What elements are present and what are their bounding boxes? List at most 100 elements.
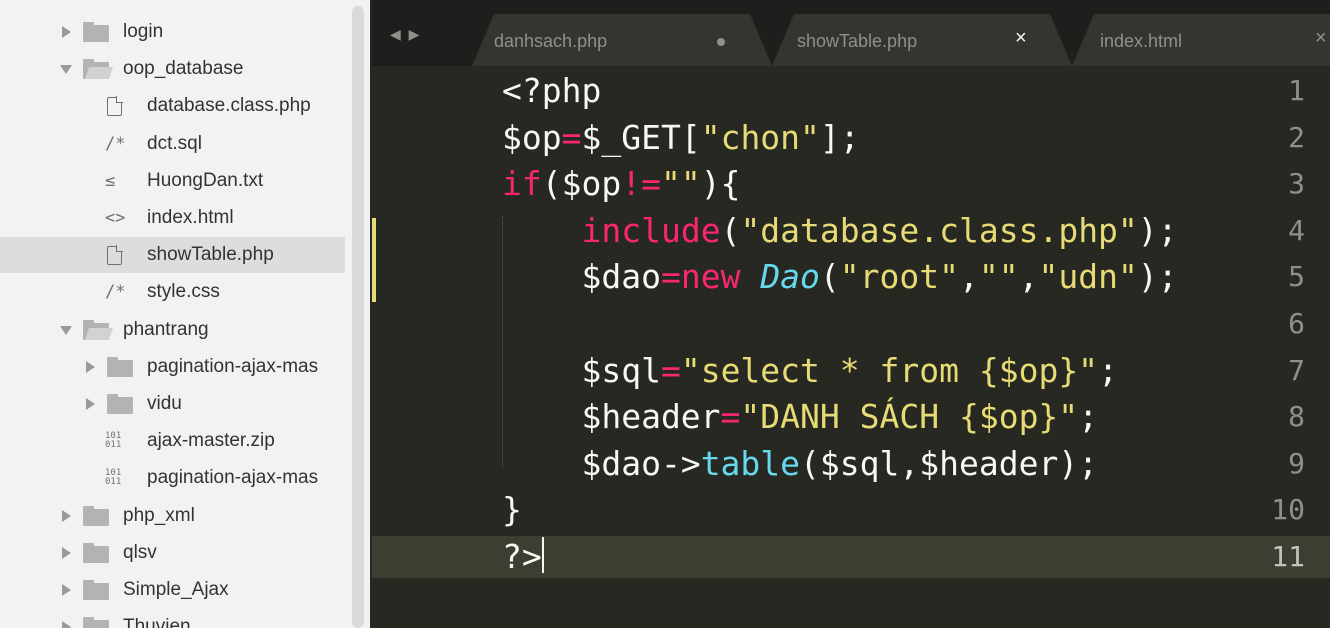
line-number: 7 xyxy=(1288,353,1305,387)
sidebar: login oop_database database.class.php /* dct… xyxy=(0,0,370,628)
folder-icon xyxy=(83,505,109,526)
folder-icon xyxy=(107,394,133,414)
code-text[interactable]: $dao=new Dao("root","","udn"); xyxy=(502,256,1177,298)
code-text[interactable]: $header="DANH SÁCH {$op}"; xyxy=(502,396,1098,438)
sidebar-item-label: pagination-ajax-mas xyxy=(147,355,319,377)
sidebar-file-database-class-php[interactable]: database.class.php xyxy=(0,88,345,124)
code-text[interactable]: ?> xyxy=(502,536,544,578)
code-line[interactable]: 2 $op=$_GET["chon"]; xyxy=(372,117,1330,159)
sidebar-item-label: Thuvien xyxy=(123,616,191,628)
sidebar-folder-login[interactable]: login xyxy=(0,14,345,50)
text-file-icon: ≤ xyxy=(105,170,116,191)
sidebar-folder-simple-ajax[interactable]: Simple_Ajax xyxy=(0,572,345,608)
sidebar-folder-phantrang[interactable]: phantrang xyxy=(0,312,345,348)
code-text[interactable]: $op=$_GET["chon"]; xyxy=(502,117,860,159)
code-text[interactable]: $sql="select * from {$op}"; xyxy=(502,350,1117,392)
chevron-right-icon[interactable] xyxy=(62,509,71,522)
sidebar-folder-thuvien[interactable]: Thuvien xyxy=(0,609,345,628)
chevron-right-icon[interactable] xyxy=(62,26,71,38)
line-number: 5 xyxy=(1288,260,1305,294)
line-number: 9 xyxy=(1288,446,1305,480)
sidebar-file-dct-sql[interactable]: /* dct.sql xyxy=(0,126,345,162)
chevron-right-icon[interactable] xyxy=(86,398,95,410)
code-line[interactable]: 1 <?php xyxy=(372,70,1330,112)
chevron-right-icon[interactable] xyxy=(86,360,95,373)
code-line[interactable]: 3 if($op!=""){ xyxy=(372,163,1330,205)
sidebar-item-label: vidu xyxy=(147,393,182,414)
code-line[interactable]: 5 $dao=new Dao("root","","udn"); xyxy=(372,256,1330,298)
line-number: 2 xyxy=(1288,120,1305,154)
sidebar-file-index-html[interactable]: <> index.html xyxy=(0,200,345,236)
sidebar-item-label: HuongDan.txt xyxy=(147,169,264,191)
line-number: 10 xyxy=(1271,493,1305,527)
folder-open-icon xyxy=(83,319,109,340)
code-line[interactable]: 6 xyxy=(372,303,1330,345)
chevron-down-icon[interactable] xyxy=(60,325,72,335)
sidebar-folder-qlsv[interactable]: qlsv xyxy=(0,535,345,571)
chevron-right-icon[interactable] xyxy=(62,584,71,596)
code-line[interactable]: 4 include("database.class.php"); xyxy=(372,210,1330,252)
sidebar-item-label: php_xml xyxy=(123,504,195,526)
close-icon[interactable]: × xyxy=(1315,27,1327,50)
sidebar-file-ajax-master-zip[interactable]: 101 011 ajax-master.zip xyxy=(0,423,345,459)
tab-label: index.html xyxy=(1100,31,1183,51)
sidebar-folder-oop-database[interactable]: oop_database xyxy=(0,51,345,87)
folder-icon xyxy=(83,22,109,42)
sidebar-file-showtable-php[interactable]: showTable.php xyxy=(0,237,345,274)
code-text[interactable]: <?php xyxy=(502,70,601,112)
text-caret xyxy=(541,537,544,573)
sidebar-folder-pagination-ajax-mas[interactable]: pagination-ajax-mas xyxy=(0,349,345,385)
folder-icon xyxy=(83,580,109,600)
sidebar-scrollbar[interactable] xyxy=(352,6,364,628)
code-line[interactable]: 9 $dao->table($sql,$header); xyxy=(372,443,1330,485)
sidebar-item-label: dct.sql xyxy=(147,132,202,154)
line-number: 3 xyxy=(1288,167,1305,201)
binary-icon: 101 011 xyxy=(105,431,122,451)
chevron-down-icon[interactable] xyxy=(60,65,72,75)
sidebar-item-label: Simple_Ajax xyxy=(123,579,229,600)
tab-label: danhsach.php xyxy=(494,31,608,51)
tab-showtable[interactable]: showTable.php × xyxy=(772,14,1072,66)
sidebar-item-label: phantrang xyxy=(123,318,209,340)
sidebar-item-label: ajax-master.zip xyxy=(147,430,275,452)
line-number: 6 xyxy=(1288,307,1305,340)
line-number: 8 xyxy=(1288,400,1305,434)
sidebar-item-label: oop_database xyxy=(123,58,244,80)
folder-icon xyxy=(83,617,109,628)
markup-icon: <> xyxy=(105,208,126,228)
comment-icon: /* xyxy=(105,282,126,303)
sidebar-folder-vidu[interactable]: vidu xyxy=(0,386,345,422)
line-number: 1 xyxy=(1288,74,1305,107)
code-text[interactable]: include("database.class.php"); xyxy=(502,210,1177,252)
sidebar-file-pagination-ajax-mas[interactable]: 101 011 pagination-ajax-mas xyxy=(0,460,345,496)
modified-dot-icon[interactable] xyxy=(717,38,725,46)
file-icon xyxy=(107,96,123,117)
tab-label: showTable.php xyxy=(797,31,918,51)
folder-icon xyxy=(83,542,109,563)
chevron-right-icon[interactable] xyxy=(62,546,71,559)
sidebar-item-label: index.html xyxy=(147,207,234,228)
folder-open-icon xyxy=(83,59,109,80)
file-icon xyxy=(107,245,123,266)
line-number: 4 xyxy=(1288,213,1305,247)
chevron-right-icon[interactable] xyxy=(62,621,71,628)
tab-nav-arrows[interactable]: ◀ ▶ xyxy=(390,26,421,43)
line-number: 11 xyxy=(1271,540,1305,573)
code-text[interactable]: } xyxy=(502,489,522,531)
tab-index[interactable]: index.html × xyxy=(1072,14,1330,66)
code-editor[interactable]: 1 <?php 2 $op=$_GET["chon"]; 3 if($op!=""){ 4 … xyxy=(372,66,1330,628)
tab-bar: ◀ ▶ danhsach.php showTable.php × index.h… xyxy=(372,0,1330,66)
sidebar-item-label: style.css xyxy=(147,281,220,303)
code-text[interactable]: if($op!=""){ xyxy=(502,163,740,205)
code-line[interactable]: 8 $header="DANH SÁCH {$op}"; xyxy=(372,396,1330,438)
code-line[interactable]: 7 $sql="select * from {$op}"; xyxy=(372,350,1330,392)
close-icon[interactable]: × xyxy=(1015,27,1027,50)
code-line[interactable]: 11 ?> xyxy=(372,536,1330,578)
sidebar-folder-php-xml[interactable]: php_xml xyxy=(0,498,345,534)
tab-danhsach[interactable]: danhsach.php xyxy=(472,14,772,66)
sidebar-item-label: showTable.php xyxy=(147,244,274,266)
sidebar-file-style-css[interactable]: /* style.css xyxy=(0,274,345,310)
code-text[interactable]: $dao->table($sql,$header); xyxy=(502,443,1098,485)
code-line[interactable]: 10} xyxy=(372,489,1330,531)
sidebar-file-huongdan-txt[interactable]: ≤ HuongDan.txt xyxy=(0,163,345,199)
